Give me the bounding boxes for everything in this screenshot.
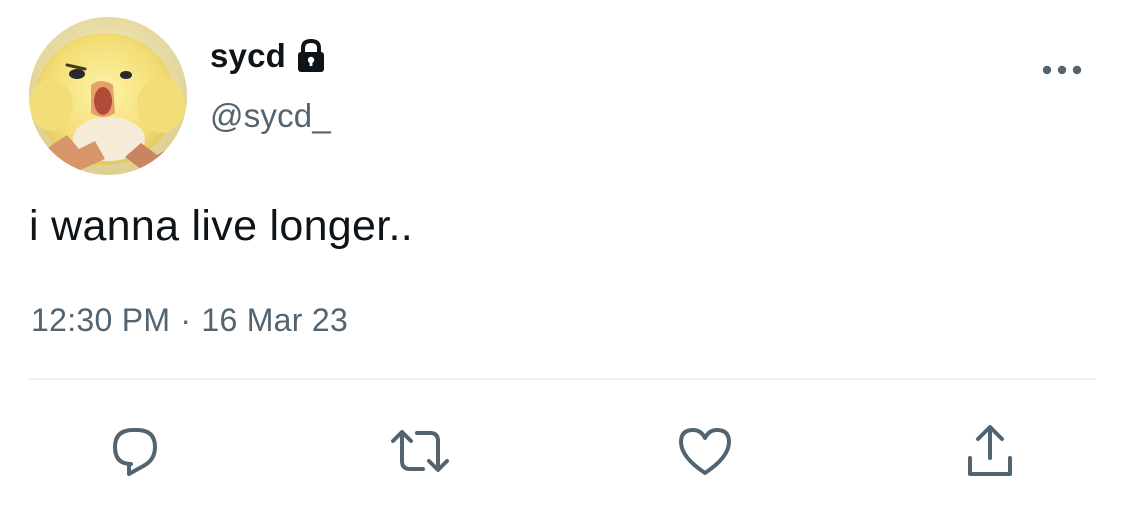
reply-button[interactable] — [100, 416, 170, 486]
retweet-button[interactable] — [385, 416, 455, 486]
reply-icon — [113, 428, 157, 476]
tweet-card: sycd @sycd_ i wanna live longer.. 12:30 … — [0, 0, 1125, 517]
heart-icon — [679, 428, 731, 475]
yellow-chick-avatar-icon — [29, 17, 187, 175]
display-name[interactable]: sycd — [210, 37, 286, 75]
name-row: sycd — [210, 34, 327, 78]
divider — [29, 378, 1096, 380]
tweet-meta: 12:30 PM · 16 Mar 23 — [31, 300, 348, 340]
user-handle[interactable]: @sycd_ — [210, 97, 331, 135]
more-horizontal-icon — [1042, 65, 1082, 75]
tweet-time[interactable]: 12:30 PM — [31, 302, 170, 338]
like-button[interactable] — [670, 416, 740, 486]
lock-icon — [295, 38, 327, 74]
more-button[interactable] — [1036, 52, 1088, 88]
share-icon — [968, 425, 1012, 476]
tweet-date[interactable]: 16 Mar 23 — [201, 302, 348, 338]
retweet-icon — [391, 430, 449, 472]
avatar[interactable] — [29, 17, 187, 175]
meta-separator: · — [180, 302, 192, 338]
action-bar — [0, 416, 1125, 486]
share-button[interactable] — [955, 416, 1025, 486]
tweet-text: i wanna live longer.. — [29, 202, 413, 250]
